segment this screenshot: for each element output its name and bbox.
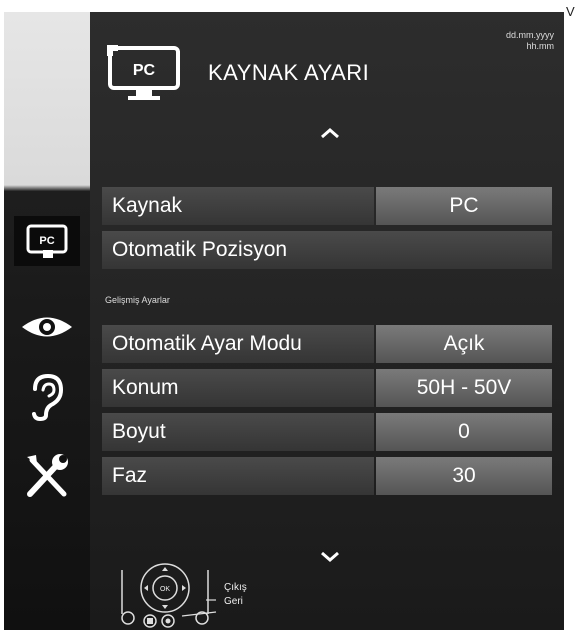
- source-value[interactable]: PC: [376, 187, 552, 225]
- menu-row-source[interactable]: Kaynak PC: [102, 187, 552, 225]
- source-label: Kaynak: [102, 187, 374, 225]
- phase-value[interactable]: 30: [376, 457, 552, 495]
- sidebar-item-sound[interactable]: [14, 372, 80, 422]
- phase-label: Faz: [102, 457, 374, 495]
- eye-icon: [22, 317, 72, 337]
- sidebar-item-settings[interactable]: [14, 452, 80, 502]
- time-text: hh.mm: [526, 41, 554, 51]
- auto-adjust-mode-label: Otomatik Ayar Modu: [102, 325, 374, 363]
- position-label: Konum: [102, 369, 374, 407]
- sidebar: PC: [4, 12, 90, 630]
- menu-row-phase[interactable]: Faz 30: [102, 457, 552, 495]
- date-text: dd.mm.yyyy: [505, 30, 554, 40]
- menu-row-position[interactable]: Konum 50H - 50V: [102, 369, 552, 407]
- remote-navigation-icon: OK: [121, 563, 217, 628]
- menu-row-auto-position[interactable]: Otomatik Pozisyon: [102, 231, 552, 269]
- settings-panel: PC KAYNAK AYARI dd.mm.yyyy hh.mm Kaynak …: [90, 12, 564, 630]
- advanced-settings-heading: Gelişmiş Ayarlar: [105, 295, 170, 305]
- position-value[interactable]: 50H - 50V: [376, 369, 552, 407]
- sidebar-item-source[interactable]: PC: [14, 216, 80, 266]
- corner-mark: V: [566, 4, 575, 19]
- auto-position-label: Otomatik Pozisyon: [102, 231, 552, 269]
- svg-text:PC: PC: [133, 62, 156, 79]
- chevron-down-icon[interactable]: [320, 550, 340, 564]
- menu-row-auto-adjust-mode[interactable]: Otomatik Ayar Modu Açık: [102, 325, 552, 363]
- exit-hint: Çıkış: [224, 582, 247, 593]
- pc-source-icon: PC: [26, 224, 68, 258]
- back-hint: Geri: [224, 596, 243, 607]
- size-value[interactable]: 0: [376, 413, 552, 451]
- page-title: KAYNAK AYARI: [208, 60, 370, 85]
- sidebar-item-picture[interactable]: [14, 302, 80, 352]
- tools-icon: [27, 454, 68, 497]
- pc-header-icon: PC: [107, 45, 180, 100]
- svg-text:PC: PC: [39, 235, 54, 247]
- svg-text:OK: OK: [160, 586, 170, 593]
- menu-row-size[interactable]: Boyut 0: [102, 413, 552, 451]
- date-time: dd.mm.yyyy hh.mm: [506, 30, 554, 52]
- auto-adjust-mode-value[interactable]: Açık: [376, 325, 552, 363]
- size-label: Boyut: [102, 413, 374, 451]
- chevron-up-icon[interactable]: [320, 126, 340, 140]
- ear-icon: [32, 373, 64, 421]
